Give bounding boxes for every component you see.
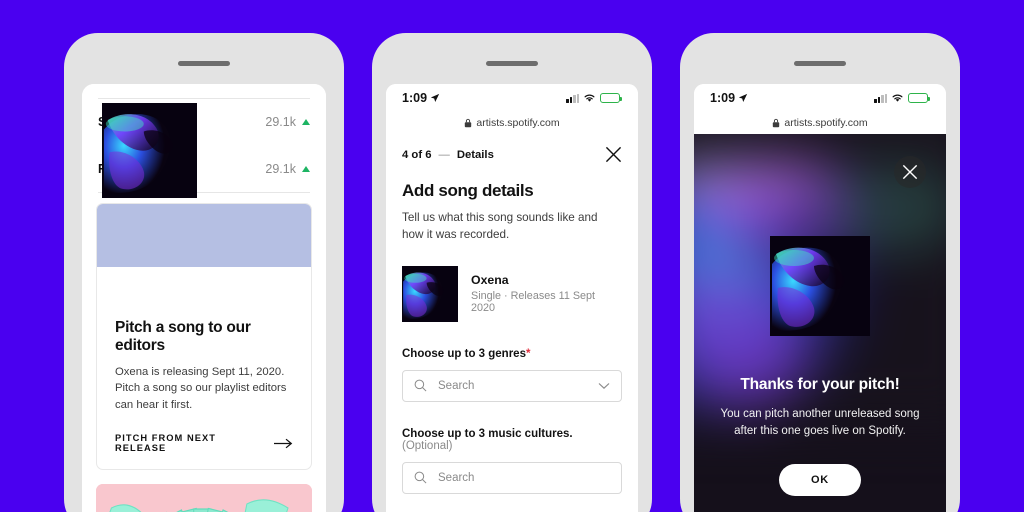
status-bar-time-group: 1:09 <box>710 91 748 105</box>
trend-up-icon <box>302 119 310 125</box>
track-artwork <box>402 265 458 322</box>
cellular-bars-icon <box>874 93 887 103</box>
page-title: Add song details <box>402 181 534 200</box>
track-name: Oxena <box>471 273 509 288</box>
status-bar-indicators <box>566 93 622 103</box>
album-art-neon-face <box>770 236 870 336</box>
phone3-screen: 1:09 artists.spotify.com Thanks for your… <box>694 84 946 512</box>
pitch-card-description: Oxena is releasing Sept 11, 2020. Pitch … <box>115 366 287 411</box>
wifi-icon <box>892 94 903 102</box>
phone2-screen: 1:09 artists.spotify.com 4 of 6 — Detail… <box>386 84 638 512</box>
money-promo-card[interactable] <box>96 484 312 512</box>
stat-value: 29.1k <box>265 115 296 129</box>
trend-up-icon <box>302 166 310 172</box>
money-illustration <box>96 484 312 512</box>
arrow-right-icon <box>273 438 293 448</box>
wizard-step-counter: 4 of 6 <box>402 148 432 161</box>
stat-value: 29.1k <box>265 162 296 176</box>
url-text: artists.spotify.com <box>784 117 868 129</box>
phone-speaker-bar <box>178 61 230 66</box>
confirmation-message: You can pitch another unreleased song af… <box>720 408 920 438</box>
chevron-down-icon[interactable] <box>598 382 610 390</box>
genres-field-label: Choose up to 3 genres* <box>402 348 622 360</box>
status-bar: 1:09 <box>386 84 638 112</box>
screen-top-fade <box>82 84 326 98</box>
cultures-label-text: Choose up to 3 music cultures. <box>402 427 573 440</box>
wizard-top-bar: 4 of 6 — Details <box>386 134 638 173</box>
pitch-card-body: Pitch a song to our editors Oxena is rel… <box>97 267 311 469</box>
wifi-icon <box>584 94 595 102</box>
status-bar-time: 1:09 <box>402 91 428 105</box>
track-meta: Single · Releases 11 Sept 2020 <box>471 290 596 315</box>
phone-mockup-2: 1:09 artists.spotify.com 4 of 6 — Detail… <box>372 33 652 512</box>
phone-speaker-bar <box>486 61 538 66</box>
status-bar-time: 1:09 <box>710 91 736 105</box>
pitch-card-hero <box>97 204 311 267</box>
search-icon <box>414 380 427 392</box>
confirmation-text-block: Thanks for your pitch! You can pitch ano… <box>694 376 946 441</box>
genres-search-placeholder: Search <box>438 379 475 392</box>
browser-url-bar[interactable]: artists.spotify.com <box>694 112 946 134</box>
battery-charging-icon <box>908 93 930 103</box>
close-x-icon[interactable] <box>605 146 622 163</box>
phone-mockup-1: Streams 29.1k Followers 29.1k <box>64 33 344 512</box>
pitch-card-title: Pitch a song to our editors <box>115 319 251 354</box>
cellular-bars-icon <box>566 93 579 103</box>
close-x-icon <box>902 164 918 180</box>
lock-icon <box>773 118 780 128</box>
track-text-block: Oxena Single · Releases 11 Sept 2020 <box>471 273 622 314</box>
search-icon <box>414 472 427 484</box>
album-art-neon-face <box>402 265 458 322</box>
cultures-search-input[interactable]: Search <box>402 461 622 494</box>
wizard-separator: — <box>438 148 450 161</box>
add-song-details-form: Add song details Tell us what this song … <box>386 173 638 494</box>
url-text: artists.spotify.com <box>476 117 560 129</box>
pitch-song-card[interactable]: Pitch a song to our editors Oxena is rel… <box>96 103 312 471</box>
genres-search-input[interactable]: Search <box>402 369 622 402</box>
battery-charging-icon <box>600 93 622 103</box>
status-bar-indicators <box>874 93 930 103</box>
location-arrow-icon <box>738 93 748 102</box>
wizard-step-group: 4 of 6 — Details <box>402 149 494 161</box>
pitch-cta-label: PITCH FROM NEXT RELEASE <box>115 433 216 454</box>
close-button[interactable] <box>894 156 926 188</box>
track-summary-row: Oxena Single · Releases 11 Sept 2020 <box>402 265 622 322</box>
pitch-from-next-release-button[interactable]: PITCH FROM NEXT RELEASE <box>115 433 293 453</box>
ok-button[interactable]: OK <box>779 464 861 496</box>
phone1-screen: Streams 29.1k Followers 29.1k <box>82 84 326 512</box>
pitch-confirmation-screen: Thanks for your pitch! You can pitch ano… <box>694 134 946 512</box>
genres-label-text: Choose up to 3 genres <box>402 347 526 360</box>
status-bar: 1:09 <box>694 84 946 112</box>
cultures-search-placeholder: Search <box>438 471 475 484</box>
confirmation-title: Thanks for your pitch! <box>740 376 900 393</box>
phone-speaker-bar <box>794 61 846 66</box>
phone-mockup-3: 1:09 artists.spotify.com Thanks for your… <box>680 33 960 512</box>
lock-icon <box>465 118 472 128</box>
browser-url-bar[interactable]: artists.spotify.com <box>386 112 638 134</box>
wizard-step-label: Details <box>456 148 494 161</box>
album-artwork <box>770 236 870 336</box>
optional-marker: (Optional) <box>402 439 453 452</box>
cultures-field-label: Choose up to 3 music cultures. (Optional… <box>402 428 622 452</box>
status-bar-time-group: 1:09 <box>402 91 440 105</box>
required-marker: * <box>525 347 531 360</box>
page-subtitle: Tell us what this song sounds like and h… <box>402 211 598 241</box>
location-arrow-icon <box>430 93 440 102</box>
